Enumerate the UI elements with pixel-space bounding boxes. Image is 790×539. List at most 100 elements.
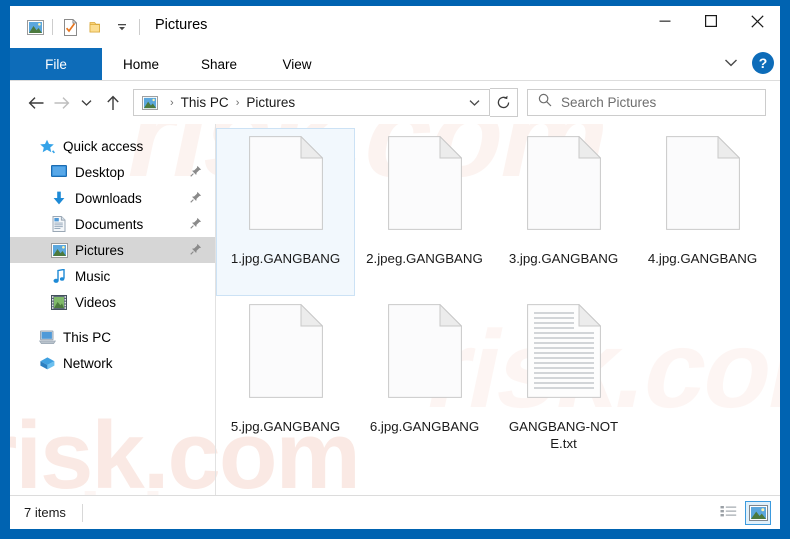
file-name: GANGBANG-NOTE.txt (504, 418, 624, 452)
qat-divider-2 (139, 19, 140, 35)
sidebar-item-label: Pictures (75, 243, 124, 258)
chevron-down-icon[interactable] (718, 50, 744, 76)
sidebar-item-downloads[interactable]: Downloads (10, 185, 215, 211)
new-folder-icon[interactable] (83, 15, 109, 39)
blank-file-icon (377, 304, 473, 414)
pictures-icon (142, 96, 158, 110)
pictures-icon (50, 242, 68, 258)
title-bar: Pictures (10, 6, 780, 48)
blank-file-icon (377, 136, 473, 246)
pin-icon[interactable] (190, 190, 202, 208)
pin-icon[interactable] (190, 242, 202, 260)
search-icon (538, 93, 552, 112)
desktop-background: risk.com risk.com risk.com risk.com (0, 0, 790, 539)
file-item[interactable]: 6.jpg.GANGBANG (355, 296, 494, 464)
status-divider (82, 504, 83, 522)
sidebar-item-label: Documents (75, 217, 143, 232)
file-grid: 1.jpg.GANGBANG 2.jpeg.GANGBANG (216, 128, 780, 464)
chevron-down-icon[interactable] (463, 90, 485, 115)
blank-file-icon (655, 136, 751, 246)
sidebar-item-label: Music (75, 269, 110, 284)
sidebar-item-label: Quick access (63, 139, 143, 154)
sidebar-item-label: Downloads (75, 191, 142, 206)
recent-locations-button[interactable] (74, 89, 99, 117)
breadcrumb-pictures[interactable]: Pictures (246, 95, 295, 110)
sidebar-item-pictures[interactable]: Pictures (10, 237, 215, 263)
minimize-button[interactable] (642, 6, 688, 36)
sidebar-item-network[interactable]: Network (10, 350, 215, 376)
sidebar-item-music[interactable]: Music (10, 263, 215, 289)
quick-access-toolbar (22, 15, 144, 39)
pictures-folder-icon[interactable] (22, 15, 48, 39)
large-icons-view-button[interactable] (745, 501, 771, 525)
blank-file-icon (238, 136, 334, 246)
text-file-icon (516, 304, 612, 414)
file-list-pane[interactable]: 1.jpg.GANGBANG 2.jpeg.GANGBANG (215, 124, 780, 495)
file-name: 6.jpg.GANGBANG (365, 418, 485, 435)
up-button[interactable] (99, 89, 127, 117)
file-item[interactable]: 1.jpg.GANGBANG (216, 128, 355, 296)
customize-qat-icon[interactable] (109, 15, 135, 39)
desktop-icon (50, 164, 68, 180)
downloads-icon (50, 190, 68, 206)
address-bar-row: › This PC › Pictures (10, 81, 780, 124)
sidebar-item-desktop[interactable]: Desktop (10, 159, 215, 185)
file-name: 4.jpg.GANGBANG (643, 250, 763, 267)
file-item[interactable]: 2.jpeg.GANGBANG (355, 128, 494, 296)
search-input[interactable]: Search Pictures (527, 89, 766, 116)
file-name: 1.jpg.GANGBANG (226, 250, 346, 267)
maximize-button[interactable] (688, 6, 734, 36)
qat-divider (52, 19, 53, 35)
file-item[interactable]: 5.jpg.GANGBANG (216, 296, 355, 464)
window-controls (642, 6, 780, 36)
this-pc-icon (38, 329, 56, 345)
music-icon (50, 268, 68, 284)
file-item[interactable]: GANGBANG-NOTE.txt (494, 296, 633, 464)
file-item[interactable]: 4.jpg.GANGBANG (633, 128, 772, 296)
properties-icon[interactable] (57, 15, 83, 39)
network-icon (38, 355, 56, 371)
file-name: 5.jpg.GANGBANG (226, 418, 346, 435)
videos-icon (50, 294, 68, 310)
breadcrumb-separator[interactable]: › (170, 97, 174, 109)
tab-home[interactable]: Home (102, 48, 180, 80)
file-explorer-window: risk.com risk.com risk.com risk.com (10, 6, 780, 529)
explorer-body: Quick access Desktop (10, 124, 780, 495)
pin-icon[interactable] (190, 216, 202, 234)
sidebar-item-label: Network (63, 356, 113, 371)
tab-file[interactable]: File (10, 48, 102, 80)
window-title: Pictures (155, 17, 207, 33)
pin-icon[interactable] (190, 164, 202, 182)
sidebar-item-documents[interactable]: Documents (10, 211, 215, 237)
forward-button (49, 89, 74, 117)
status-bar: 7 items (10, 495, 780, 529)
sidebar-item-this-pc[interactable]: This PC (10, 324, 215, 350)
help-button[interactable]: ? (752, 52, 774, 74)
close-button[interactable] (734, 6, 780, 36)
sidebar-item-videos[interactable]: Videos (10, 289, 215, 315)
ribbon-right-controls: ? (718, 50, 774, 76)
refresh-button[interactable] (490, 88, 518, 117)
ribbon-tab-strip: File Home Share View ? (10, 48, 780, 81)
view-mode-buttons (715, 501, 771, 525)
file-item[interactable]: 3.jpg.GANGBANG (494, 128, 633, 296)
address-bar[interactable]: › This PC › Pictures (133, 89, 490, 116)
details-view-button[interactable] (715, 501, 741, 525)
file-name: 2.jpeg.GANGBANG (365, 250, 485, 267)
blank-file-icon (516, 136, 612, 246)
ribbon-tabs: File Home Share View (10, 48, 780, 80)
tab-share[interactable]: Share (180, 48, 258, 80)
search-placeholder: Search Pictures (561, 95, 656, 110)
documents-icon (50, 216, 68, 232)
navigation-pane: Quick access Desktop (10, 124, 215, 495)
file-name: 3.jpg.GANGBANG (504, 250, 624, 267)
star-icon (38, 138, 56, 154)
breadcrumb-this-pc[interactable]: This PC (181, 95, 229, 110)
sidebar-item-label: Desktop (75, 165, 125, 180)
back-button[interactable] (24, 89, 49, 117)
item-count-label: 7 items (24, 505, 66, 520)
sidebar-item-quick-access[interactable]: Quick access (10, 133, 215, 159)
tab-view[interactable]: View (258, 48, 336, 80)
breadcrumb-separator-2[interactable]: › (236, 97, 240, 109)
sidebar-gap (10, 315, 215, 324)
